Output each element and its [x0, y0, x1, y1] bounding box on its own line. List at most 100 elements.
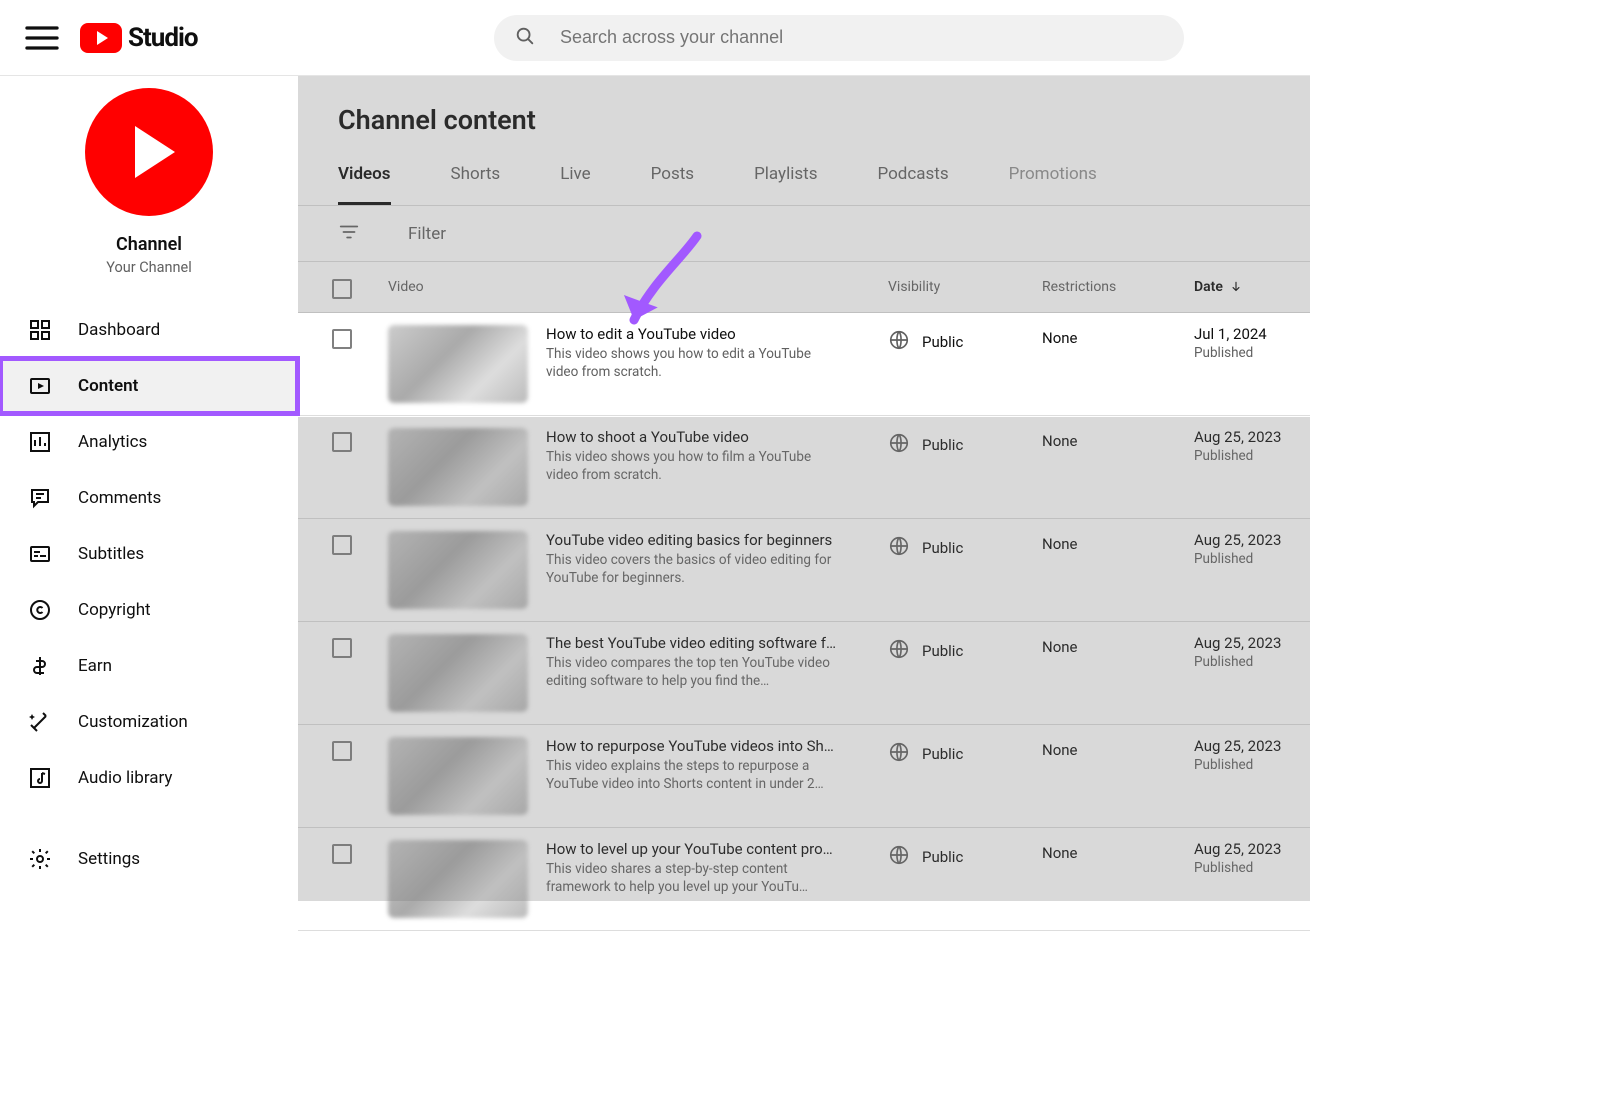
- sidebar-item-analytics[interactable]: Analytics: [0, 414, 298, 470]
- sidebar-item-label: Earn: [78, 656, 112, 676]
- video-thumbnail: [388, 325, 528, 403]
- date-value: Aug 25, 2023: [1194, 840, 1344, 858]
- table-row[interactable]: How to repurpose YouTube videos into Sh……: [298, 725, 1310, 828]
- sidebar-item-content[interactable]: Content: [0, 358, 298, 414]
- visibility-value: Public: [922, 642, 963, 660]
- row-checkbox[interactable]: [332, 535, 352, 555]
- table-row[interactable]: The best YouTube video editing software …: [298, 622, 1310, 725]
- visibility-cell[interactable]: Public: [888, 531, 1042, 561]
- date-cell: Jul 1, 2024 Published: [1194, 325, 1344, 361]
- tab-shorts[interactable]: Shorts: [451, 164, 501, 205]
- dashboard-icon: [28, 318, 52, 342]
- table-row[interactable]: How to edit a YouTube video This video s…: [298, 313, 1310, 416]
- video-cell[interactable]: How to level up your YouTube content pro…: [388, 840, 888, 918]
- content-tabs: Videos Shorts Live Posts Playlists Podca…: [298, 142, 1310, 205]
- video-description: This video covers the basics of video ed…: [546, 551, 846, 587]
- restrictions-cell: None: [1042, 840, 1194, 862]
- video-title: The best YouTube video editing software …: [546, 634, 846, 652]
- tab-promotions[interactable]: Promotions: [1009, 164, 1097, 205]
- globe-icon: [888, 535, 910, 561]
- tab-videos[interactable]: Videos: [338, 164, 391, 205]
- analytics-icon: [28, 430, 52, 454]
- visibility-cell[interactable]: Public: [888, 428, 1042, 458]
- date-status: Published: [1194, 860, 1344, 876]
- th-video[interactable]: Video: [388, 279, 888, 295]
- video-cell[interactable]: How to edit a YouTube video This video s…: [388, 325, 888, 403]
- video-cell[interactable]: The best YouTube video editing software …: [388, 634, 888, 712]
- channel-label: Channel: [116, 234, 182, 255]
- video-cell[interactable]: How to shoot a YouTube video This video …: [388, 428, 888, 506]
- sort-desc-icon: [1229, 280, 1243, 294]
- sidebar-item-comments[interactable]: Comments: [0, 470, 298, 526]
- row-checkbox[interactable]: [332, 329, 352, 349]
- date-status: Published: [1194, 551, 1344, 567]
- row-checkbox[interactable]: [332, 741, 352, 761]
- table-row[interactable]: How to shoot a YouTube video This video …: [298, 416, 1310, 519]
- th-restrictions[interactable]: Restrictions: [1042, 279, 1194, 295]
- tab-podcasts[interactable]: Podcasts: [877, 164, 948, 205]
- video-title: How to shoot a YouTube video: [546, 428, 846, 446]
- sidebar-item-label: Comments: [78, 488, 161, 508]
- search-bar[interactable]: [494, 15, 1184, 61]
- filter-bar[interactable]: Filter: [298, 205, 1310, 261]
- visibility-value: Public: [922, 539, 963, 557]
- sidebar-item-settings[interactable]: Settings: [0, 831, 298, 887]
- globe-icon: [888, 638, 910, 664]
- table-row[interactable]: YouTube video editing basics for beginne…: [298, 519, 1310, 622]
- row-checkbox[interactable]: [332, 638, 352, 658]
- date-value: Aug 25, 2023: [1194, 428, 1344, 446]
- video-cell[interactable]: YouTube video editing basics for beginne…: [388, 531, 888, 609]
- search-icon: [514, 25, 536, 51]
- visibility-cell[interactable]: Public: [888, 840, 1042, 870]
- visibility-value: Public: [922, 436, 963, 454]
- tab-playlists[interactable]: Playlists: [754, 164, 817, 205]
- select-all-checkbox[interactable]: [332, 279, 352, 299]
- sidebar: Channel Your Channel Dashboard Content A…: [0, 76, 298, 901]
- sidebar-item-dashboard[interactable]: Dashboard: [0, 302, 298, 358]
- date-cell: Aug 25, 2023 Published: [1194, 428, 1344, 464]
- visibility-cell[interactable]: Public: [888, 634, 1042, 664]
- video-thumbnail: [388, 737, 528, 815]
- video-description: This video shows you how to film a YouTu…: [546, 448, 846, 484]
- sidebar-item-customization[interactable]: Customization: [0, 694, 298, 750]
- restrictions-cell: None: [1042, 531, 1194, 553]
- date-cell: Aug 25, 2023 Published: [1194, 840, 1344, 876]
- sidebar-item-label: Analytics: [78, 432, 147, 452]
- video-description: This video compares the top ten YouTube …: [546, 654, 846, 690]
- video-thumbnail: [388, 840, 528, 918]
- visibility-cell[interactable]: Public: [888, 325, 1042, 355]
- th-date[interactable]: Date: [1194, 279, 1344, 295]
- topbar: Studio: [0, 0, 1310, 76]
- sidebar-item-subtitles[interactable]: Subtitles: [0, 526, 298, 582]
- date-value: Jul 1, 2024: [1194, 325, 1344, 343]
- sidebar-item-copyright[interactable]: Copyright: [0, 582, 298, 638]
- date-status: Published: [1194, 757, 1344, 773]
- tab-posts[interactable]: Posts: [651, 164, 694, 205]
- search-input[interactable]: [560, 27, 1164, 48]
- logo-text: Studio: [128, 23, 198, 53]
- video-thumbnail: [388, 634, 528, 712]
- comments-icon: [28, 486, 52, 510]
- youtube-play-icon: [80, 23, 122, 53]
- studio-logo[interactable]: Studio: [80, 23, 198, 53]
- visibility-cell[interactable]: Public: [888, 737, 1042, 767]
- content-icon: [28, 374, 52, 398]
- audio-library-icon: [28, 766, 52, 790]
- video-table-body: How to edit a YouTube video This video s…: [298, 313, 1310, 931]
- th-visibility[interactable]: Visibility: [888, 279, 1042, 295]
- row-checkbox[interactable]: [332, 432, 352, 452]
- date-value: Aug 25, 2023: [1194, 531, 1344, 549]
- row-checkbox[interactable]: [332, 844, 352, 864]
- menu-button[interactable]: [22, 18, 62, 58]
- table-row[interactable]: How to level up your YouTube content pro…: [298, 828, 1310, 931]
- channel-block[interactable]: Channel Your Channel: [0, 84, 298, 292]
- sidebar-item-label: Settings: [78, 849, 140, 869]
- date-cell: Aug 25, 2023 Published: [1194, 634, 1344, 670]
- filter-icon: [338, 221, 360, 247]
- sidebar-item-earn[interactable]: Earn: [0, 638, 298, 694]
- tab-live[interactable]: Live: [560, 164, 590, 205]
- video-cell[interactable]: How to repurpose YouTube videos into Sh……: [388, 737, 888, 815]
- sidebar-item-audio-library[interactable]: Audio library: [0, 750, 298, 806]
- customization-icon: [28, 710, 52, 734]
- date-status: Published: [1194, 654, 1344, 670]
